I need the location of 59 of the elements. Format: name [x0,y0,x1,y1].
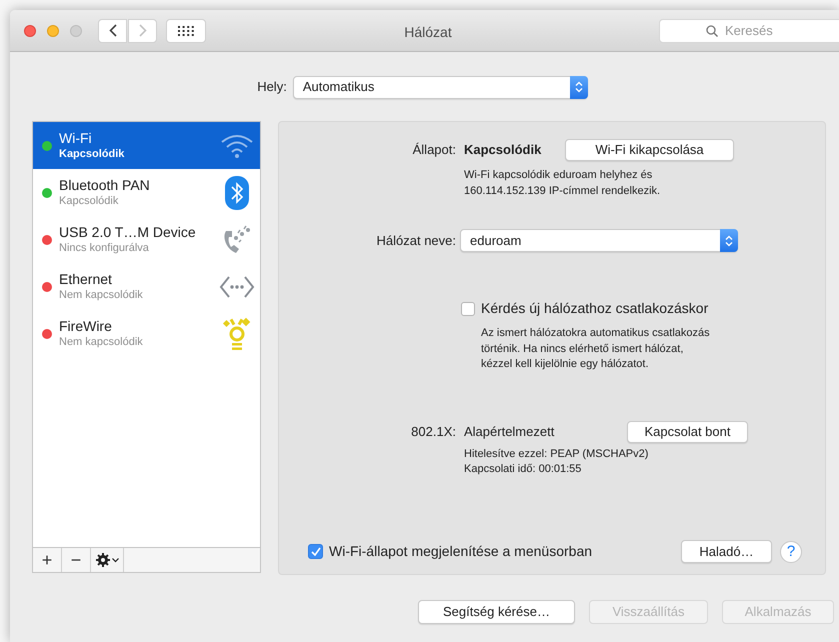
chevron-left-icon [108,24,116,37]
service-status: Nem kapcsolódik [59,288,144,302]
help-text: kézzel kell kijelölnie egy hálózatot. [481,357,649,372]
footer-button[interactable]: Segítség kérése… [418,600,575,624]
checkbox[interactable] [308,544,323,559]
stepper-icon [570,76,588,98]
service-name: Ethernet [59,270,113,288]
close-button[interactable] [24,24,36,36]
checkbox[interactable] [461,302,475,316]
service-name: FireWire [59,318,113,334]
firewire-icon [222,316,252,350]
search-icon [706,24,718,36]
service-status: Kapcsolódik [59,146,126,162]
service-item[interactable]: Ethernet Nem kapcsolódik [33,263,260,310]
back-button[interactable] [98,18,127,42]
service-name: Wi-Fi [59,130,93,146]
service-item[interactable]: Bluetooth PAN Kapcsolódik [33,169,260,216]
bluetooth-icon [225,176,249,210]
service-item[interactable]: Wi-Fi Kapcsolódik [33,122,260,169]
service-status: Nem kapcsolódik [59,334,144,350]
service-status: Kapcsolódik [59,194,120,208]
window-title: Hálózat [403,23,453,42]
add-button[interactable]: + [33,548,62,572]
disconnect-button[interactable]: Kapcsolat bont [627,420,748,442]
service-item[interactable]: FireWire Nem kapcsolódik [33,310,260,357]
service-item[interactable]: USB 2.0 T…M Device Nincs konfigurálva [33,216,260,263]
connection-detail: Kapcsolati idő: 00:01:55 [464,462,582,477]
service-name: USB 2.0 T…M Device [59,224,197,240]
dot1x-value: Alapértelmezett [464,422,556,441]
location-dropdown[interactable]: Automatikus [292,76,588,98]
help-text: történik. Ha nincs elérhető ismert hálózat, [481,342,684,356]
checkbox-label: Kérdés új hálózathoz csatlakozáskor [481,299,708,318]
network-name-dropdown[interactable]: eduroam [460,229,738,252]
status-value: Kapcsolódik [464,141,542,160]
show-all-button[interactable] [166,18,206,42]
search-field[interactable]: Keresés [659,18,839,42]
status-description: Wi-Fi kapcsolódik eduroam helyhez és [464,168,652,183]
chevron-right-icon [138,24,146,37]
remove-button[interactable]: − [62,548,91,572]
checkbox-label: Wi-Fi-állapot megjelenítése a menüsorban [329,542,592,561]
location-label: Hely: [257,78,287,96]
ethernet-icon [219,274,255,298]
advanced-button[interactable]: Haladó… [681,540,772,563]
wifi-icon [220,132,254,158]
minimize-button[interactable] [47,24,59,36]
connection-detail: Hitelesítve ezzel: PEAP (MSCHAPv2) [464,446,648,462]
wifi-off-button[interactable]: Wi-Fi kikapcsolása [565,139,734,161]
service-status: Nincs konfigurálva [59,240,150,256]
gear-icon [96,553,110,567]
network-name-label: Hálózat neve: [376,232,456,250]
status-label: Állapot: [412,141,456,160]
dot1x-label: 802.1X: [410,422,456,441]
caret-icon [112,558,118,562]
help-button[interactable]: ? [780,540,802,562]
status-description: 160.114.152.139 IP-címmel rendelkezik. [464,184,660,198]
grid-icon [178,26,194,36]
stepper-icon [720,229,738,252]
service-name: Bluetooth PAN [59,176,151,194]
help-text: Az ismert hálózatokra automatikus csatlakozás [481,326,710,341]
